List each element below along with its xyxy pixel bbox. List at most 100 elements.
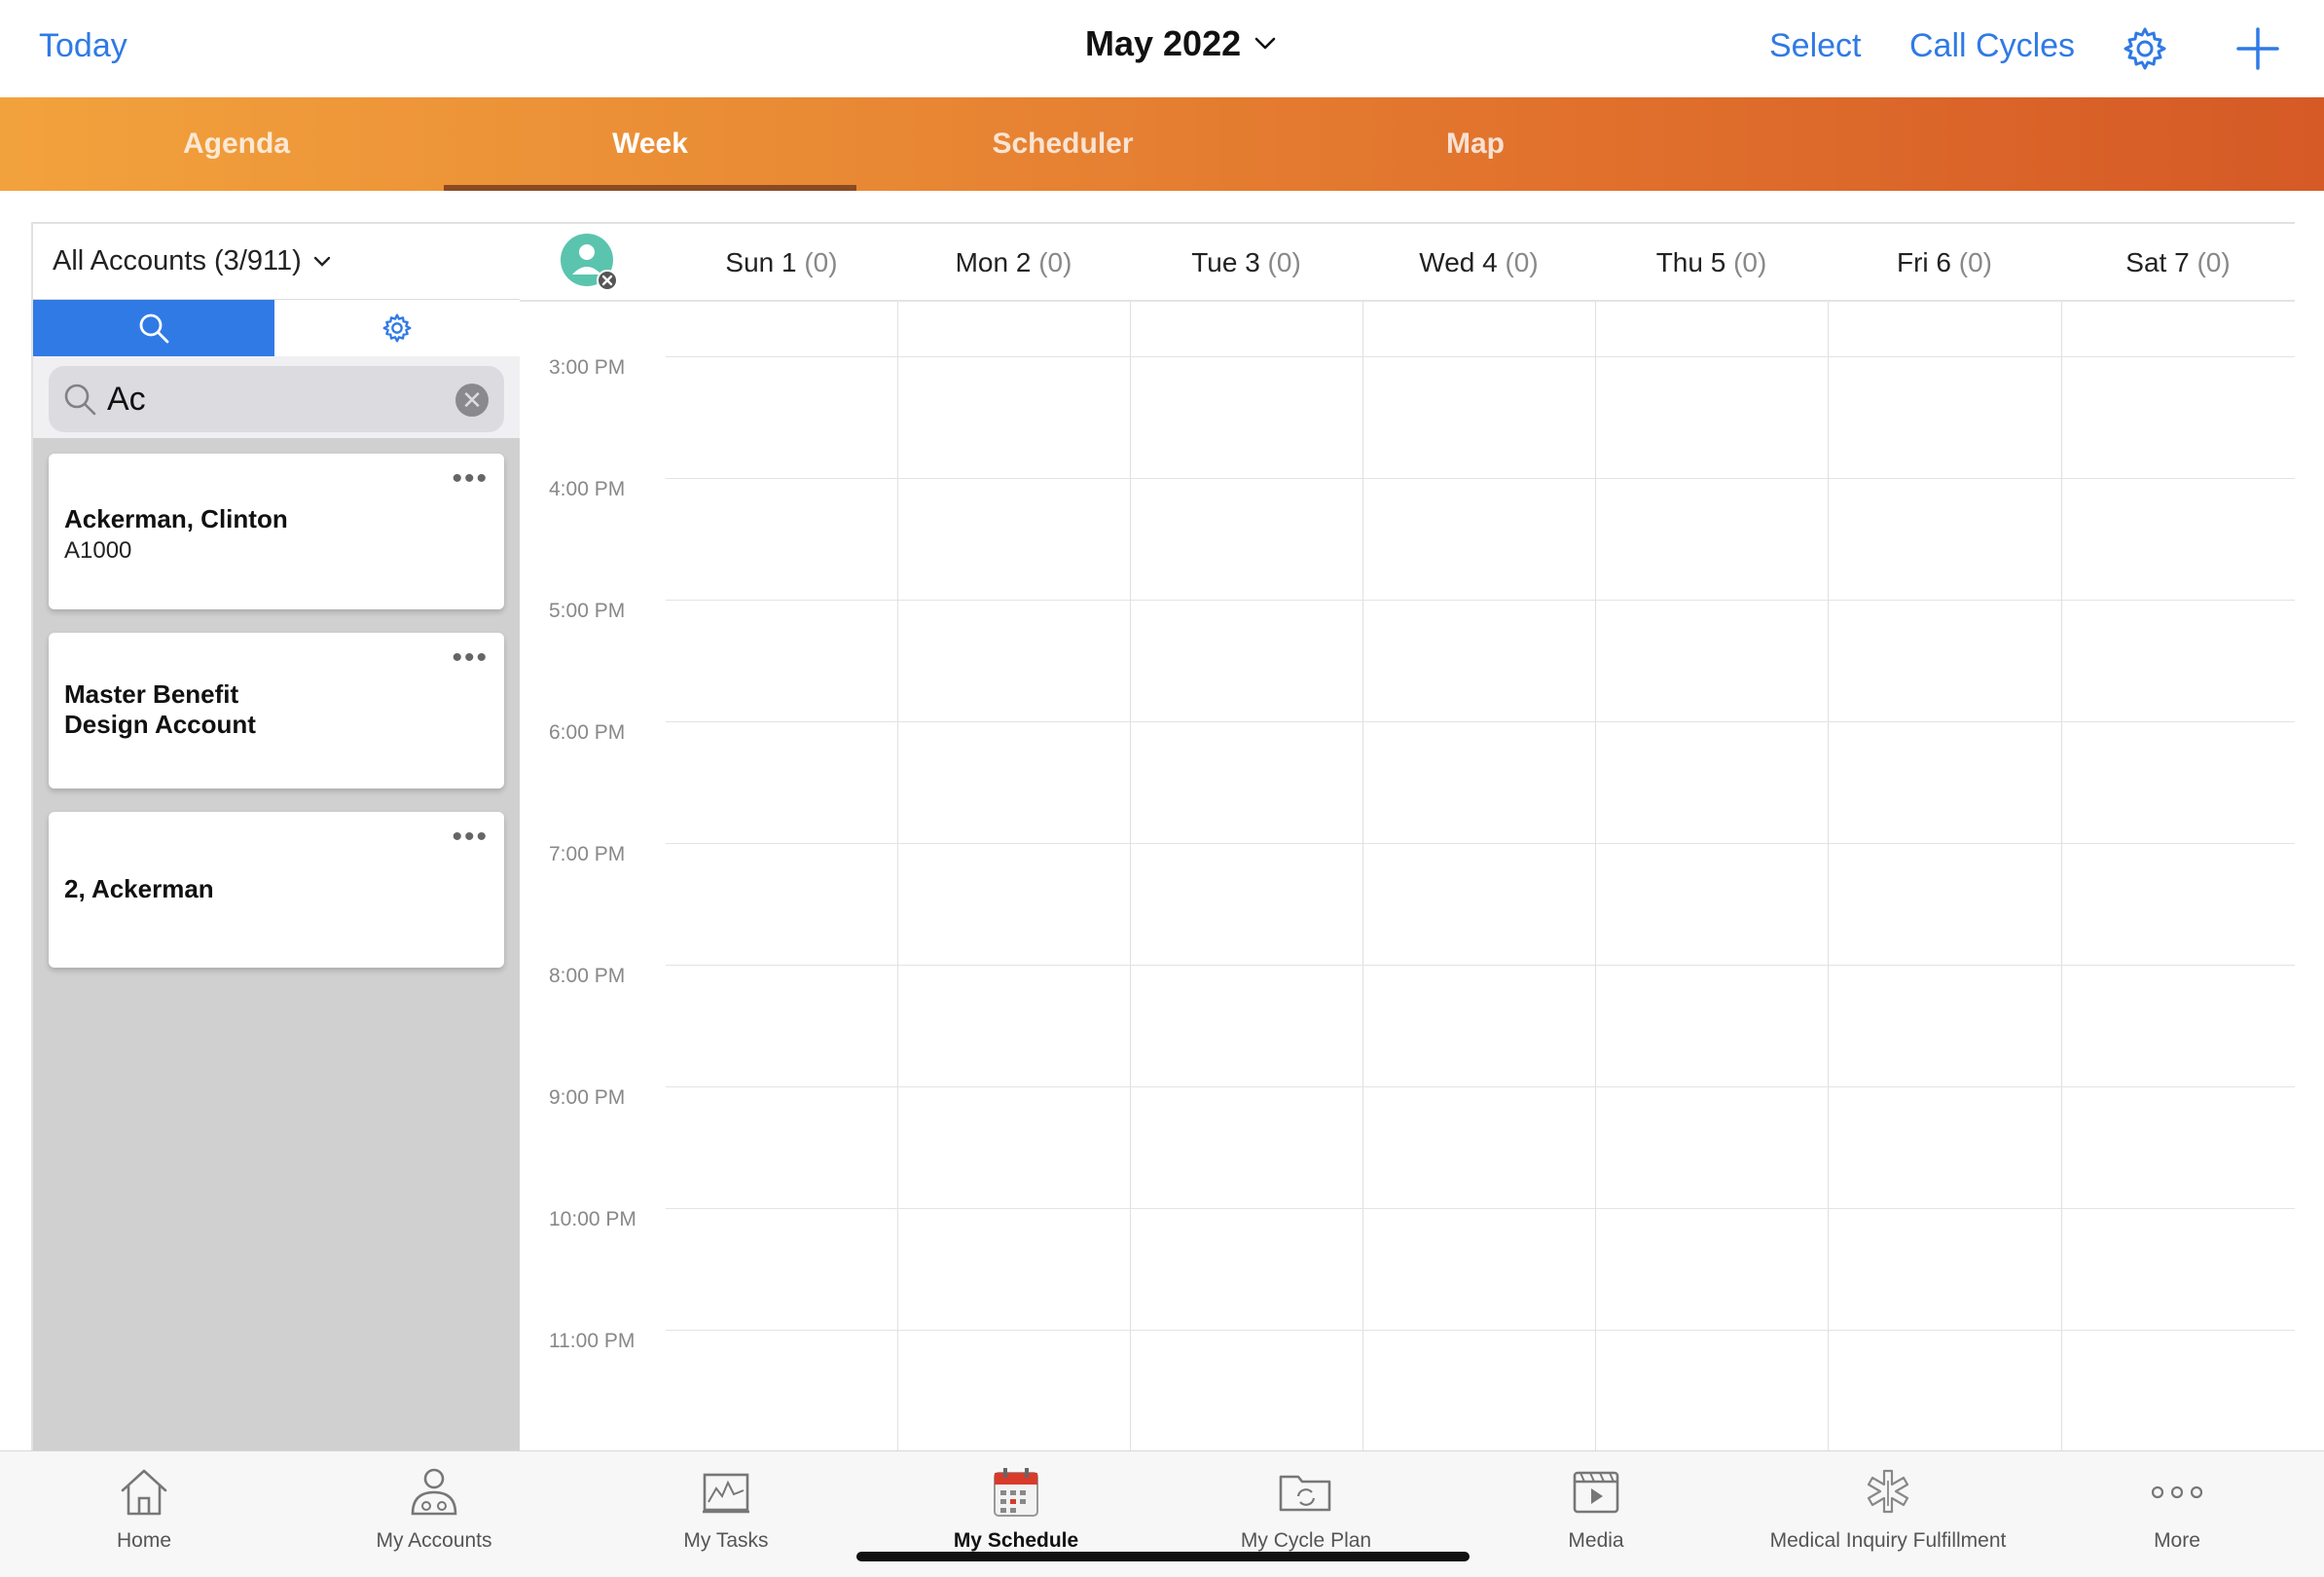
day-header-fri[interactable]: Fri 6 (0) xyxy=(1828,247,2061,278)
day-label: Wed 4 xyxy=(1419,247,1498,277)
search-mode-button[interactable] xyxy=(33,300,274,356)
call-cycles-button[interactable]: Call Cycles xyxy=(1909,27,2075,65)
hour-line xyxy=(666,843,2295,844)
hour-line xyxy=(666,721,2295,722)
day-count: (0) xyxy=(804,247,838,277)
tab-agenda-label: Agenda xyxy=(182,128,290,160)
day-label: Mon 2 xyxy=(955,247,1032,277)
hour-line xyxy=(666,478,2295,479)
add-plus-icon[interactable] xyxy=(2234,25,2281,72)
nav-more[interactable]: More xyxy=(2041,1465,2313,1553)
more-options-icon[interactable]: ••• xyxy=(452,823,489,852)
time-label: 11:00 PM xyxy=(549,1330,635,1352)
nav-my-cycle-plan[interactable]: My Cycle Plan xyxy=(1170,1465,1442,1553)
day-column-divider xyxy=(1130,302,1131,1450)
hour-line xyxy=(666,356,2295,357)
media-icon xyxy=(1567,1465,1625,1520)
tab-week[interactable]: Week xyxy=(444,97,856,191)
account-name: Master Benefit Design Account xyxy=(64,679,256,739)
cycle-plan-icon xyxy=(1277,1465,1335,1520)
nav-my-tasks[interactable]: My Tasks xyxy=(590,1465,862,1553)
nav-label: Media xyxy=(1568,1529,1624,1552)
account-name: 2, Ackerman xyxy=(64,874,214,903)
account-filter-dropdown[interactable]: All Accounts (3/911) xyxy=(33,224,520,300)
filter-settings-button[interactable] xyxy=(274,300,520,356)
settings-gear-icon[interactable] xyxy=(2122,25,2168,72)
clear-search-icon[interactable]: ✕ xyxy=(455,384,489,417)
view-tab-bar: Agenda Week Scheduler Map xyxy=(0,97,2324,191)
day-header-thu[interactable]: Thu 5 (0) xyxy=(1595,247,1828,278)
day-label: Tue 3 xyxy=(1191,247,1260,277)
hour-line xyxy=(666,600,2295,601)
more-icon xyxy=(2148,1465,2206,1520)
day-label: Thu 5 xyxy=(1655,247,1726,277)
day-header-sun[interactable]: Sun 1 (0) xyxy=(666,247,897,278)
tasks-icon xyxy=(697,1465,755,1520)
day-header-sat[interactable]: Sat 7 (0) xyxy=(2061,247,2295,278)
time-label: 6:00 PM xyxy=(549,721,626,744)
more-options-icon[interactable]: ••• xyxy=(452,643,489,673)
nav-medical-inquiry[interactable]: Medical Inquiry Fulfillment xyxy=(1752,1465,2024,1553)
day-header-tue[interactable]: Tue 3 (0) xyxy=(1130,247,1362,278)
day-header-mon[interactable]: Mon 2 (0) xyxy=(897,247,1130,278)
time-grid[interactable]: 3:00 PM 4:00 PM 5:00 PM 6:00 PM 7:00 PM … xyxy=(520,302,2295,1450)
select-button[interactable]: Select xyxy=(1769,27,1862,65)
account-name: Ackerman, Clinton xyxy=(64,504,288,533)
tab-map[interactable]: Map xyxy=(1269,97,1682,191)
home-indicator xyxy=(856,1552,1470,1561)
account-card[interactable]: ••• Master Benefit Design Account xyxy=(49,633,504,788)
account-card[interactable]: ••• 2, Ackerman xyxy=(49,812,504,968)
tab-scheduler-label: Scheduler xyxy=(992,128,1134,160)
gear-icon xyxy=(382,313,412,343)
time-label: 7:00 PM xyxy=(549,843,626,865)
account-filter-label: All Accounts (3/911) xyxy=(53,245,302,276)
week-day-header: Sun 1 (0) Mon 2 (0) Tue 3 (0) Wed 4 (0) … xyxy=(520,224,2295,302)
nav-label: My Schedule xyxy=(953,1529,1079,1552)
day-column-divider xyxy=(2061,302,2062,1450)
nav-label: My Tasks xyxy=(683,1529,769,1552)
chevron-down-icon xyxy=(1254,37,1276,50)
time-label: 4:00 PM xyxy=(549,478,626,500)
day-column-divider xyxy=(1828,302,1829,1450)
top-navigation-bar: Today May 2022 Select Call Cycles xyxy=(0,0,2324,97)
tab-map-label: Map xyxy=(1446,128,1505,160)
tab-week-label: Week xyxy=(612,128,688,160)
time-label: 10:00 PM xyxy=(549,1208,636,1230)
week-calendar: Sun 1 (0) Mon 2 (0) Tue 3 (0) Wed 4 (0) … xyxy=(520,224,2295,1450)
nav-my-schedule[interactable]: My Schedule xyxy=(880,1465,1152,1553)
account-card[interactable]: ••• Ackerman, Clinton A1000 xyxy=(49,454,504,609)
day-count: (0) xyxy=(1038,247,1072,277)
nav-media[interactable]: Media xyxy=(1460,1465,1732,1553)
month-picker[interactable]: May 2022 xyxy=(1085,23,1276,64)
day-count: (0) xyxy=(2197,247,2231,277)
day-column-divider xyxy=(1362,302,1363,1450)
day-count: (0) xyxy=(1958,247,1992,277)
time-label: 8:00 PM xyxy=(549,965,626,987)
active-tab-indicator xyxy=(444,185,856,191)
hour-line xyxy=(666,1086,2295,1087)
nav-label: More xyxy=(2154,1529,2200,1552)
day-count: (0) xyxy=(1505,247,1539,277)
today-button[interactable]: Today xyxy=(39,27,127,65)
day-count: (0) xyxy=(1733,247,1767,277)
search-container: ✕ xyxy=(33,356,520,438)
schedule-panel: All Accounts (3/911) ✕ xyxy=(31,222,2295,1450)
time-label: 9:00 PM xyxy=(549,1086,626,1109)
day-count: (0) xyxy=(1267,247,1301,277)
calendar-icon xyxy=(987,1465,1045,1520)
user-avatar-icon[interactable] xyxy=(561,234,618,291)
month-label: May 2022 xyxy=(1085,23,1242,63)
nav-label: My Accounts xyxy=(376,1529,492,1552)
search-box: ✕ xyxy=(49,366,504,432)
search-icon xyxy=(64,384,96,416)
more-options-icon[interactable]: ••• xyxy=(452,464,489,494)
tab-agenda[interactable]: Agenda xyxy=(29,97,444,191)
day-header-wed[interactable]: Wed 4 (0) xyxy=(1362,247,1595,278)
search-input[interactable] xyxy=(107,376,438,422)
nav-home[interactable]: Home xyxy=(8,1465,280,1553)
search-icon xyxy=(139,313,169,344)
day-label: Sun 1 xyxy=(725,247,797,277)
nav-my-accounts[interactable]: My Accounts xyxy=(298,1465,570,1553)
day-label: Sat 7 xyxy=(2125,247,2190,277)
tab-scheduler[interactable]: Scheduler xyxy=(856,97,1269,191)
